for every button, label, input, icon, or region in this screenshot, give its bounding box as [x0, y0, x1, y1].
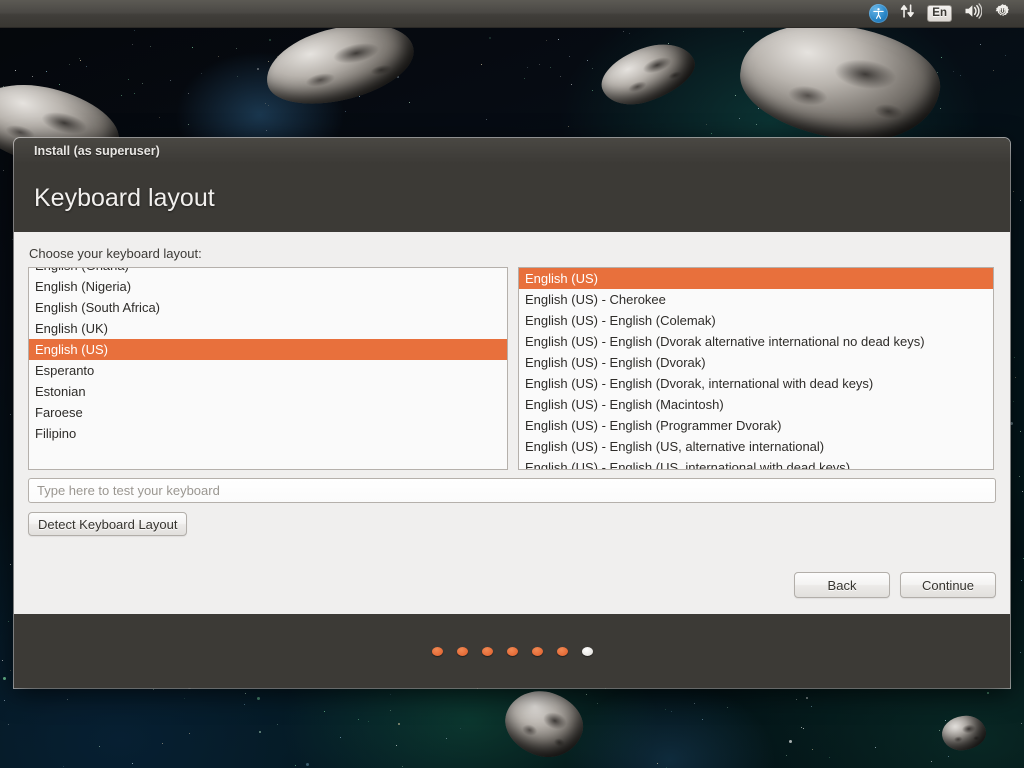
continue-button[interactable]: Continue: [900, 572, 996, 598]
installer-window: Install (as superuser) Keyboard layout C…: [14, 138, 1010, 688]
layout-list-item-label: English (UK): [35, 321, 108, 336]
asteroid-mid-small: [594, 33, 702, 115]
asteroid-bottom: [497, 682, 591, 767]
variant-list-item-label: English (US) - English (Macintosh): [525, 397, 724, 412]
network-indicator[interactable]: [895, 0, 920, 28]
prompt-label: Choose your keyboard layout:: [29, 246, 996, 261]
progress-dot-6: [557, 647, 568, 656]
continue-button-label: Continue: [922, 578, 974, 593]
progress-dot-2: [457, 647, 468, 656]
back-button-label: Back: [828, 578, 857, 593]
progress-dot-7: [582, 647, 593, 656]
keyboard-layout-indicator[interactable]: En: [922, 0, 957, 28]
variant-list-item-label: English (US) - English (US, alternative …: [525, 439, 824, 454]
variant-list-item[interactable]: English (US) - English (Dvorak): [519, 352, 993, 373]
variant-list-item[interactable]: English (US) - English (Colemak): [519, 310, 993, 331]
back-button[interactable]: Back: [794, 572, 890, 598]
variant-list-item[interactable]: English (US) - English (US, alternative …: [519, 436, 993, 457]
layout-list-item[interactable]: Esperanto: [29, 360, 507, 381]
keyboard-indicator-label: En: [927, 5, 952, 23]
layout-selection-area: English (Ghana) English (Nigeria) English …: [28, 267, 996, 470]
layout-list-item-label: Esperanto: [35, 363, 94, 378]
layout-list-item-label: English (Nigeria): [35, 279, 131, 294]
variant-list-item[interactable]: English (US) - English (Programmer Dvora…: [519, 415, 993, 436]
accessibility-icon: [869, 4, 888, 23]
gear-power-icon: [994, 3, 1011, 25]
layout-list-item[interactable]: Estonian: [29, 381, 507, 402]
layout-list-item[interactable]: English (US): [29, 339, 507, 360]
variant-list-item[interactable]: English (US) - English (Macintosh): [519, 394, 993, 415]
variant-list-item-label: English (US) - English (US, internationa…: [525, 460, 850, 470]
asteroid-large-top: [259, 13, 421, 115]
detect-keyboard-layout-button[interactable]: Detect Keyboard Layout: [28, 512, 187, 536]
network-updown-icon: [900, 3, 915, 24]
layout-list-item-label: Filipino: [35, 426, 76, 441]
variant-list-item-label: English (US) - English (Colemak): [525, 313, 716, 328]
keyboard-test-placeholder: Type here to test your keyboard: [37, 483, 220, 498]
keyboard-variant-list[interactable]: English (US) English (US) - Cherokee Engli…: [518, 267, 994, 470]
asteroid-bottom-small: [940, 713, 988, 753]
layout-list-item[interactable]: English (Nigeria): [29, 276, 507, 297]
layout-list-item-label: Estonian: [35, 384, 86, 399]
keyboard-test-input[interactable]: Type here to test your keyboard: [28, 478, 996, 503]
layout-list-item-label: English (US): [35, 342, 108, 357]
variant-list-item-label: English (US) - English (Dvorak alternati…: [525, 334, 925, 349]
variant-list-item-label: English (US) - Cherokee: [525, 292, 666, 307]
desktop: En: [0, 0, 1024, 768]
system-menu[interactable]: [989, 0, 1016, 28]
layout-list-item-label: English (Ghana): [35, 267, 129, 273]
variant-list-item-label: English (US): [525, 271, 598, 286]
page-content: Choose your keyboard layout: English (Gh…: [14, 232, 1010, 614]
window-titlebar: Install (as superuser): [14, 138, 1010, 164]
volume-icon: [964, 3, 982, 24]
variant-list-item-label: English (US) - English (Dvorak): [525, 355, 706, 370]
progress-dot-5: [532, 647, 543, 656]
layout-list-item[interactable]: English (Ghana): [29, 267, 507, 276]
keyboard-layout-list[interactable]: English (Ghana) English (Nigeria) English …: [28, 267, 508, 470]
volume-indicator[interactable]: [959, 0, 987, 28]
progress-dot-1: [432, 647, 443, 656]
top-panel: En: [0, 0, 1024, 28]
accessibility-indicator[interactable]: [864, 0, 893, 28]
variant-list-item[interactable]: English (US) - English (US, internationa…: [519, 457, 993, 470]
page-title: Keyboard layout: [34, 184, 215, 213]
layout-list-item[interactable]: English (South Africa): [29, 297, 507, 318]
layout-list-item-label: English (South Africa): [35, 300, 160, 315]
layout-list-item-label: Faroese: [35, 405, 83, 420]
asteroid-top-right: [733, 13, 947, 152]
progress-footer: [14, 614, 1010, 688]
variant-list-item[interactable]: English (US) - English (Dvorak alternati…: [519, 331, 993, 352]
progress-dot-4: [507, 647, 518, 656]
variant-list-item[interactable]: English (US) - Cherokee: [519, 289, 993, 310]
detect-keyboard-layout-label: Detect Keyboard Layout: [38, 517, 177, 532]
layout-list-item[interactable]: English (UK): [29, 318, 507, 339]
variant-list-item[interactable]: English (US) - English (Dvorak, internat…: [519, 373, 993, 394]
navigation-buttons: Back Continue: [794, 572, 996, 598]
window-title: Install (as superuser): [34, 144, 160, 158]
layout-list-item[interactable]: Filipino: [29, 423, 507, 444]
progress-dot-3: [482, 647, 493, 656]
variant-list-item-label: English (US) - English (Programmer Dvora…: [525, 418, 781, 433]
page-header: Keyboard layout: [14, 164, 1010, 232]
layout-list-item[interactable]: Faroese: [29, 402, 507, 423]
variant-list-item[interactable]: English (US): [519, 268, 993, 289]
variant-list-item-label: English (US) - English (Dvorak, internat…: [525, 376, 873, 391]
